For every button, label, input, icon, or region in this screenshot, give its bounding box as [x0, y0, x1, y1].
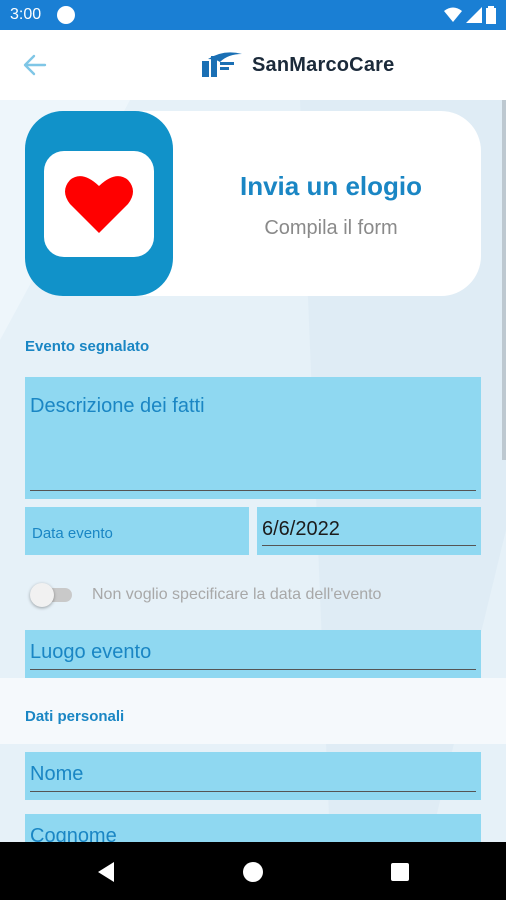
first-name-underline	[30, 791, 476, 792]
location-field[interactable]: Luogo evento	[25, 630, 481, 678]
battery-icon	[486, 6, 496, 24]
square-recents-icon[interactable]	[388, 860, 412, 884]
no-date-toggle-label: Non voglio specificare la data dell'even…	[92, 586, 382, 603]
location-placeholder: Luogo evento	[30, 641, 152, 663]
sanmarco-logo-icon	[202, 52, 242, 77]
heart-icon	[65, 176, 133, 233]
hero-tile-inner	[44, 151, 154, 257]
circle-home-icon[interactable]	[241, 860, 265, 884]
notification-dot-icon	[57, 6, 75, 24]
section-event-label: Evento segnalato	[25, 338, 150, 355]
event-date-field[interactable]: 6/6/2022	[257, 507, 481, 555]
no-date-toggle-knob[interactable]	[30, 583, 54, 607]
signal-icon	[466, 7, 482, 23]
scrollbar[interactable]	[502, 100, 506, 460]
no-date-toggle-row[interactable]: Non voglio specificare la data dell'even…	[30, 582, 480, 608]
description-field[interactable]: Descrizione dei fatti	[25, 377, 481, 499]
location-underline	[30, 669, 476, 670]
last-name-field[interactable]: Cognome	[25, 814, 481, 842]
hero-card: Invia un elogio Compila il form	[25, 111, 481, 296]
form-content[interactable]: Invia un elogio Compila il form Evento s…	[0, 100, 506, 842]
arrow-left-icon[interactable]	[22, 52, 48, 78]
event-date-label: Data evento	[32, 525, 113, 542]
hero-tile	[25, 111, 173, 296]
triangle-back-icon[interactable]	[94, 860, 118, 884]
navigation-bar	[0, 842, 506, 900]
page-subtitle: Compila il form	[264, 217, 398, 239]
page-title: Invia un elogio	[239, 171, 422, 201]
description-underline	[30, 490, 476, 491]
status-icons	[444, 5, 496, 25]
event-date-underline	[262, 545, 476, 546]
last-name-placeholder: Cognome	[30, 825, 117, 842]
event-date-value: 6/6/2022	[262, 518, 340, 540]
first-name-field[interactable]: Nome	[25, 752, 481, 800]
wifi-icon	[444, 7, 462, 22]
section-personal-label: Dati personali	[25, 708, 125, 725]
brand-name: SanMarcoCare	[252, 53, 395, 76]
description-placeholder: Descrizione dei fatti	[30, 395, 205, 417]
app-bar: SanMarcoCare	[0, 30, 506, 100]
brand: SanMarcoCare	[198, 50, 394, 80]
first-name-placeholder: Nome	[30, 763, 84, 785]
status-time: 3:00	[10, 6, 42, 23]
status-bar: 3:00	[0, 0, 506, 30]
event-date-label-field: Data evento	[25, 507, 249, 555]
